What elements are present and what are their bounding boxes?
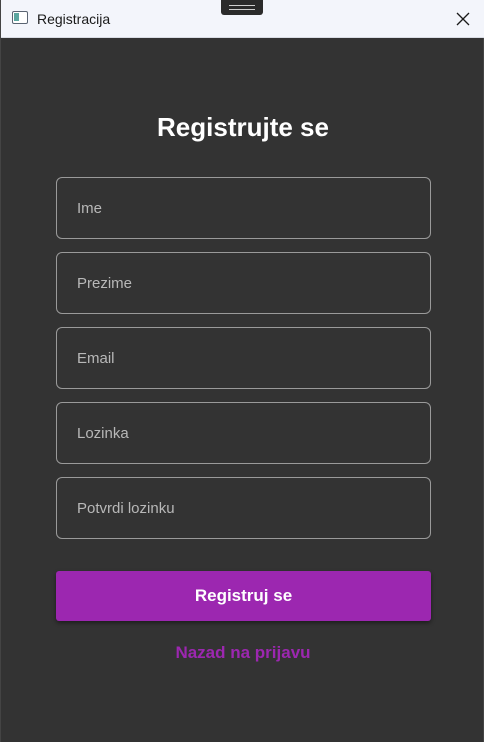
close-button[interactable] [449,5,477,33]
snap-layout-handle[interactable] [221,0,263,15]
window-title: Registracija [37,11,111,27]
last-name-field[interactable] [56,252,431,314]
confirm-password-field[interactable] [56,477,431,539]
title-bar[interactable]: Registracija [1,0,484,38]
page-title: Registrujte se [157,112,329,142]
email-field[interactable] [56,327,431,389]
app-window-icon [12,11,28,24]
first-name-field[interactable] [56,177,431,239]
password-field[interactable] [56,402,431,464]
registration-window: Registracija Registrujte se Registruj se… [0,0,484,742]
register-button[interactable]: Registruj se [56,571,431,621]
close-icon [456,12,470,26]
back-to-login-link[interactable]: Nazad na prijavu [1,643,484,663]
